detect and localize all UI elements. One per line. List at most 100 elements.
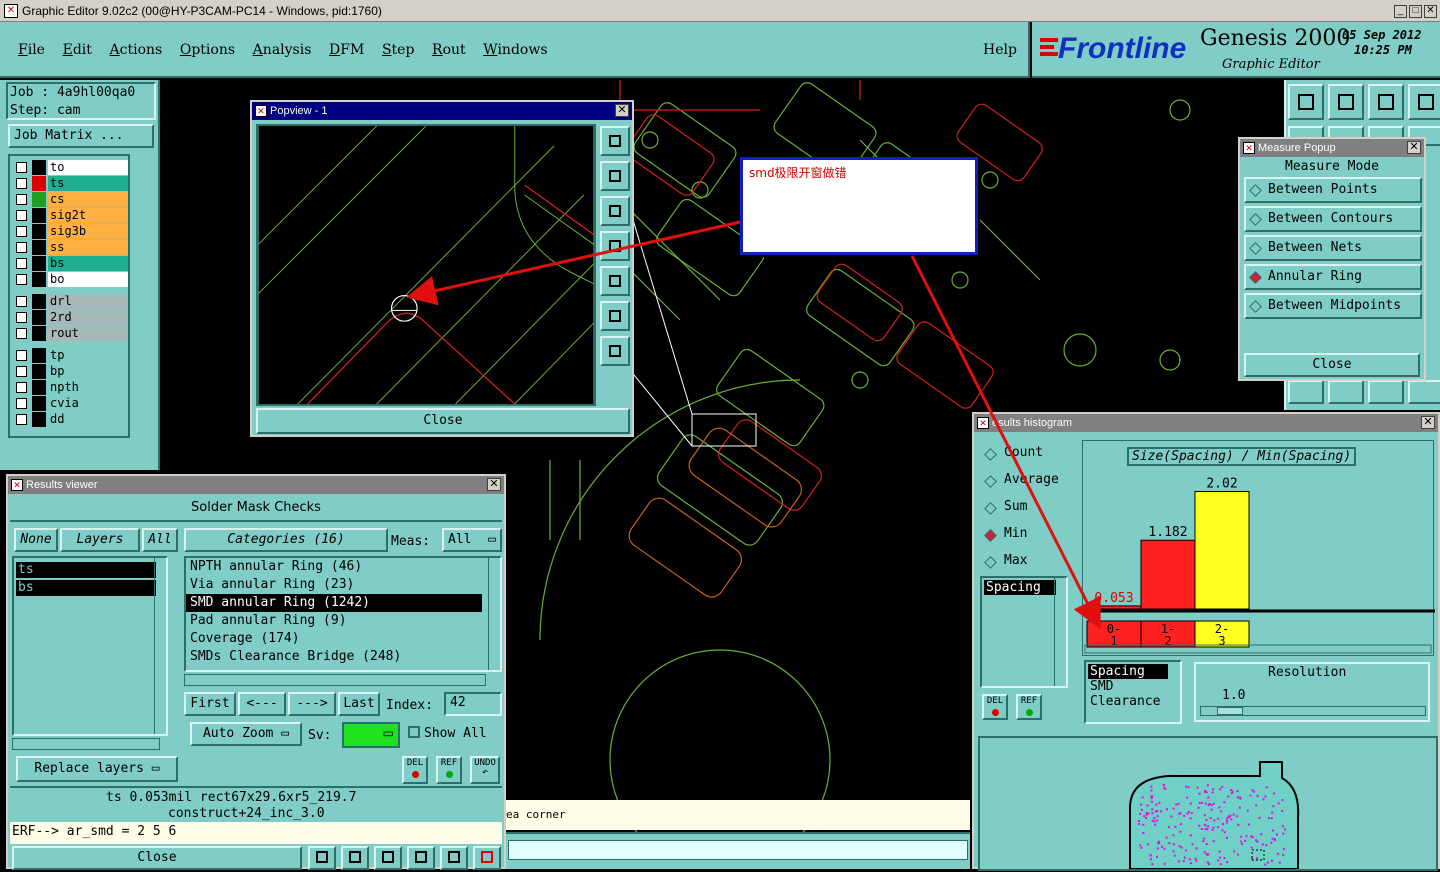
layer-checkbox[interactable]: [16, 210, 27, 221]
layer-name[interactable]: ts: [48, 176, 128, 191]
layer-name[interactable]: cs: [48, 192, 128, 207]
first-button[interactable]: First: [184, 692, 236, 716]
measure-close-x[interactable]: ✕: [1407, 141, 1421, 154]
layer-name[interactable]: npth: [48, 380, 128, 395]
popview-canvas[interactable]: [256, 124, 596, 406]
minimize-button[interactable]: _: [1394, 5, 1407, 18]
histogram-bar[interactable]: [1140, 539, 1196, 610]
tool-row3-icon[interactable]: [1328, 380, 1364, 404]
category-item[interactable]: Pad annular Ring (9): [186, 612, 482, 630]
panel-icon[interactable]: [1408, 84, 1440, 120]
measure-option[interactable]: Between Nets: [1244, 235, 1422, 261]
layer-row-drl[interactable]: drl: [12, 294, 128, 309]
layer-name[interactable]: bs: [48, 256, 128, 271]
layer-list-hscroll[interactable]: [12, 738, 160, 750]
show-all-checkbox[interactable]: [408, 726, 420, 738]
category-hscroll[interactable]: [184, 674, 486, 686]
meas-select[interactable]: All ▭: [442, 528, 502, 552]
auto-zoom-select[interactable]: Auto Zoom ▭: [190, 722, 302, 746]
layer-row-rout[interactable]: rout: [12, 326, 128, 341]
measure-close-button[interactable]: Close: [1244, 353, 1420, 377]
layer-row-sig3b[interactable]: sig3b: [12, 224, 128, 239]
measure-option[interactable]: Annular Ring: [1244, 264, 1422, 290]
layer-row-bp[interactable]: bp: [12, 364, 128, 379]
layer-checkbox[interactable]: [16, 242, 27, 253]
menu-options[interactable]: Options: [180, 42, 235, 58]
layer-results-list[interactable]: ts bs: [12, 556, 168, 736]
layer-name[interactable]: 2rd: [48, 310, 128, 325]
categories-button[interactable]: Categories (16): [184, 528, 388, 552]
next-button[interactable]: --->: [288, 692, 336, 716]
layer-row-bo[interactable]: bo: [12, 272, 128, 287]
layer-row-ts[interactable]: ts: [12, 176, 128, 191]
histogram-mode-option[interactable]: Count: [980, 444, 1076, 464]
del-button[interactable]: DEL: [402, 756, 428, 784]
layer-name[interactable]: bp: [48, 364, 128, 379]
layer-list-scrollbar[interactable]: [154, 558, 166, 734]
menu-file[interactable]: File: [18, 42, 45, 58]
layer-name[interactable]: to: [48, 160, 128, 175]
layer-result-ts[interactable]: ts: [16, 562, 156, 578]
menu-edit[interactable]: Edit: [63, 42, 92, 58]
upload-icon[interactable]: [1288, 84, 1324, 120]
layer-checkbox[interactable]: [16, 366, 27, 377]
layer-row-cvia[interactable]: cvia: [12, 396, 128, 411]
category-item[interactable]: Coverage (174): [186, 630, 482, 648]
job-matrix-button[interactable]: Job Matrix ...: [8, 124, 154, 148]
chart-icon[interactable]: [308, 846, 336, 870]
menu-actions[interactable]: Actions: [110, 42, 163, 58]
layer-checkbox[interactable]: [16, 296, 27, 307]
menu-help[interactable]: Help: [983, 42, 1017, 58]
layer-row-to[interactable]: to: [12, 160, 128, 175]
layer-checkbox[interactable]: [16, 328, 27, 339]
layer-row-npth[interactable]: npth: [12, 380, 128, 395]
layer-row-2rd[interactable]: 2rd: [12, 310, 128, 325]
pan-icon[interactable]: [600, 336, 630, 366]
spacing-list[interactable]: Spacing: [980, 576, 1068, 688]
layer-name[interactable]: bo: [48, 272, 128, 287]
report-icon[interactable]: [341, 846, 369, 870]
layer-row-cs[interactable]: cs: [12, 192, 128, 207]
layer-name[interactable]: sig2t: [48, 208, 128, 223]
layer-checkbox[interactable]: [16, 162, 27, 173]
menu-dfm[interactable]: DFM: [329, 42, 364, 58]
undo-button[interactable]: UNDO ↶: [470, 756, 500, 784]
layer-row-sig2t[interactable]: sig2t: [12, 208, 128, 223]
tool-row3-icon[interactable]: [1368, 380, 1404, 404]
category-item[interactable]: SMDs Clearance Bridge (248): [186, 648, 482, 666]
layer-name[interactable]: dd: [48, 412, 128, 427]
last-button[interactable]: Last: [338, 692, 380, 716]
hist-del-button[interactable]: DEL: [982, 694, 1008, 720]
layer-checkbox[interactable]: [16, 382, 27, 393]
menu-windows[interactable]: Windows: [483, 42, 547, 58]
measure-option[interactable]: Between Points: [1244, 177, 1422, 203]
histogram-mode-option[interactable]: Max: [980, 552, 1076, 572]
layers-none-button[interactable]: None: [14, 528, 58, 552]
save-icon[interactable]: [600, 161, 630, 191]
histogram-bar[interactable]: [1194, 490, 1250, 610]
category-item[interactable]: NPTH annular Ring (46): [186, 558, 482, 576]
layer-checkbox[interactable]: [16, 414, 27, 425]
measure-option[interactable]: Between Contours: [1244, 206, 1422, 232]
home-icon[interactable]: [1368, 84, 1404, 120]
tool-row3-icon[interactable]: [1408, 380, 1440, 404]
layer-row-tp[interactable]: tp: [12, 348, 128, 363]
category-item[interactable]: SMD annular Ring (1242): [186, 594, 482, 612]
resolution-slider[interactable]: [1200, 706, 1426, 716]
window-icon[interactable]: [600, 126, 630, 156]
download-icon[interactable]: [1328, 84, 1364, 120]
zoom-left-icon[interactable]: [600, 231, 630, 261]
measure-option[interactable]: Between Midpoints: [1244, 293, 1422, 319]
layer-name[interactable]: ss: [48, 240, 128, 255]
layer-checkbox[interactable]: [16, 398, 27, 409]
ref-icon[interactable]: [374, 846, 402, 870]
command-input[interactable]: [508, 840, 968, 860]
category-list[interactable]: NPTH annular Ring (46) Via annular Ring (…: [184, 556, 502, 672]
layer-checkbox[interactable]: [16, 274, 27, 285]
results-close-button[interactable]: Close: [12, 846, 302, 870]
stat-item-clearance[interactable]: Clearance: [1090, 694, 1180, 709]
histogram-icon[interactable]: [473, 846, 501, 870]
layers-all-button[interactable]: All: [142, 528, 178, 552]
layer-row-bs[interactable]: bs: [12, 256, 128, 271]
list-icon[interactable]: [407, 846, 435, 870]
